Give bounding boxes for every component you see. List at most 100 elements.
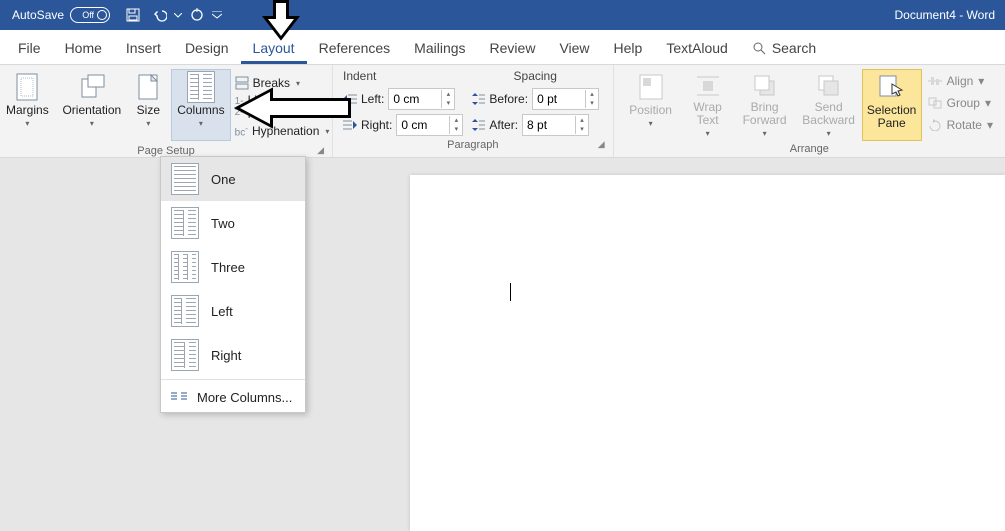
arrange-group-label: Arrange bbox=[620, 141, 999, 156]
send-backward-button: Send Backward ▾ bbox=[796, 69, 862, 141]
columns-option-one[interactable]: One bbox=[161, 157, 305, 201]
qat-customize-icon[interactable] bbox=[210, 0, 224, 30]
columns-button[interactable]: Columns ▾ bbox=[171, 69, 231, 141]
spacing-before-input[interactable]: ▴▾ bbox=[532, 88, 599, 110]
spin-down-icon[interactable]: ▾ bbox=[442, 99, 454, 108]
tab-search[interactable]: Search bbox=[740, 34, 828, 64]
indent-left-input[interactable]: ▴▾ bbox=[388, 88, 455, 110]
tab-file[interactable]: File bbox=[6, 34, 53, 64]
tab-help[interactable]: Help bbox=[602, 34, 655, 64]
spin-down-icon[interactable]: ▾ bbox=[576, 125, 588, 134]
spin-up-icon[interactable]: ▴ bbox=[586, 90, 598, 99]
page-setup-launcher-icon[interactable]: ◢ bbox=[317, 145, 324, 156]
save-icon[interactable] bbox=[120, 0, 146, 30]
align-icon bbox=[928, 75, 942, 87]
right-column-icon bbox=[171, 339, 199, 371]
position-label: Position bbox=[629, 104, 672, 117]
paragraph-launcher-icon[interactable]: ◢ bbox=[598, 139, 605, 150]
toggle-dot-icon bbox=[97, 10, 107, 20]
spin-up-icon[interactable]: ▴ bbox=[450, 116, 462, 125]
group-button: Group▾ bbox=[928, 93, 993, 113]
position-icon bbox=[638, 72, 664, 102]
autosave-label: AutoSave bbox=[12, 8, 64, 22]
autosave-toggle[interactable]: AutoSave Off bbox=[12, 7, 110, 23]
position-button: Position ▾ bbox=[620, 69, 682, 141]
bring-forward-icon bbox=[752, 72, 778, 99]
tab-insert[interactable]: Insert bbox=[114, 34, 173, 64]
tab-review[interactable]: Review bbox=[478, 34, 548, 64]
columns-option-more[interactable]: More Columns... bbox=[161, 382, 305, 412]
annotation-arrow-down-icon bbox=[260, 0, 302, 41]
undo-icon[interactable] bbox=[146, 0, 172, 30]
columns-option-three[interactable]: Three bbox=[161, 245, 305, 289]
spacing-before-icon bbox=[471, 93, 485, 105]
search-label: Search bbox=[772, 40, 816, 56]
text-cursor bbox=[510, 283, 511, 301]
send-backward-icon bbox=[816, 72, 842, 99]
margins-button[interactable]: Margins ▾ bbox=[0, 69, 58, 141]
columns-three-label: Three bbox=[211, 260, 245, 275]
spin-up-icon[interactable]: ▴ bbox=[576, 116, 588, 125]
tab-design[interactable]: Design bbox=[173, 34, 241, 64]
ribbon: Margins ▾ Orientation ▾ Size ▾ bbox=[0, 65, 1005, 158]
send-backward-label: Send Backward bbox=[799, 101, 859, 127]
columns-right-label: Right bbox=[211, 348, 241, 363]
margins-label: Margins bbox=[6, 104, 49, 117]
chevron-down-icon: ▾ bbox=[706, 127, 710, 140]
chevron-down-icon: ▾ bbox=[649, 117, 653, 130]
group-btn-label: Group bbox=[947, 96, 980, 110]
chevron-down-icon: ▾ bbox=[90, 117, 94, 130]
columns-label: Columns bbox=[177, 104, 224, 117]
rotate-label: Rotate bbox=[947, 118, 982, 132]
columns-dropdown: One Two Three Left Right More Columns... bbox=[160, 156, 306, 413]
spacing-header: Spacing bbox=[471, 69, 599, 83]
group-paragraph: Indent Left: ▴▾ Right: ▴▾ Spacing Before… bbox=[333, 65, 614, 157]
columns-option-left[interactable]: Left bbox=[161, 289, 305, 333]
tab-mailings[interactable]: Mailings bbox=[402, 34, 477, 64]
autosave-pill[interactable]: Off bbox=[70, 7, 110, 23]
indent-right-label: Right: bbox=[361, 118, 392, 132]
indent-left-label: Left: bbox=[361, 92, 384, 106]
indent-right-input[interactable]: ▴▾ bbox=[396, 114, 463, 136]
more-columns-icon bbox=[171, 391, 187, 403]
size-button[interactable]: Size ▾ bbox=[126, 69, 172, 141]
wrap-text-icon bbox=[695, 72, 721, 99]
bring-forward-button: Bring Forward ▾ bbox=[734, 69, 796, 141]
spin-down-icon[interactable]: ▾ bbox=[450, 125, 462, 134]
ribbon-tabs: File Home Insert Design Layout Reference… bbox=[0, 30, 1005, 65]
spacing-after-input[interactable]: ▴▾ bbox=[522, 114, 589, 136]
tab-view[interactable]: View bbox=[547, 34, 601, 64]
orientation-button[interactable]: Orientation ▾ bbox=[58, 69, 125, 141]
spin-down-icon[interactable]: ▾ bbox=[586, 99, 598, 108]
two-column-icon bbox=[171, 207, 199, 239]
bring-forward-label: Bring Forward bbox=[737, 101, 793, 127]
undo-dropdown-icon[interactable] bbox=[172, 0, 184, 30]
repeat-icon[interactable] bbox=[184, 0, 210, 30]
chevron-down-icon: ▾ bbox=[199, 117, 203, 130]
columns-two-label: Two bbox=[211, 216, 235, 231]
columns-option-two[interactable]: Two bbox=[161, 201, 305, 245]
group-arrange: Position ▾ Wrap Text ▾ Bring Forward ▾ bbox=[614, 65, 1005, 157]
title-bar: AutoSave Off Document4 - Word bbox=[0, 0, 1005, 30]
document-page[interactable] bbox=[410, 175, 1005, 531]
tab-textaloud[interactable]: TextAloud bbox=[654, 34, 739, 64]
spacing-after-label: After: bbox=[489, 118, 518, 132]
chevron-down-icon: ▾ bbox=[25, 117, 29, 130]
rotate-button: Rotate▾ bbox=[928, 115, 993, 135]
indent-header: Indent bbox=[343, 69, 463, 83]
columns-one-label: One bbox=[211, 172, 236, 187]
group-icon bbox=[928, 97, 942, 109]
spin-up-icon[interactable]: ▴ bbox=[442, 90, 454, 99]
orientation-label: Orientation bbox=[62, 104, 121, 117]
one-column-icon bbox=[171, 163, 199, 195]
align-button: Align▾ bbox=[928, 71, 993, 91]
selection-pane-icon bbox=[878, 72, 906, 102]
paragraph-group-label: Paragraph ◢ bbox=[339, 137, 607, 152]
chevron-down-icon: ▾ bbox=[146, 117, 150, 130]
tab-references[interactable]: References bbox=[307, 34, 403, 64]
margins-icon bbox=[14, 72, 40, 102]
selection-pane-button[interactable]: Selection Pane bbox=[862, 69, 922, 141]
columns-option-right[interactable]: Right bbox=[161, 333, 305, 377]
chevron-down-icon: ▾ bbox=[763, 127, 767, 140]
tab-home[interactable]: Home bbox=[53, 34, 114, 64]
